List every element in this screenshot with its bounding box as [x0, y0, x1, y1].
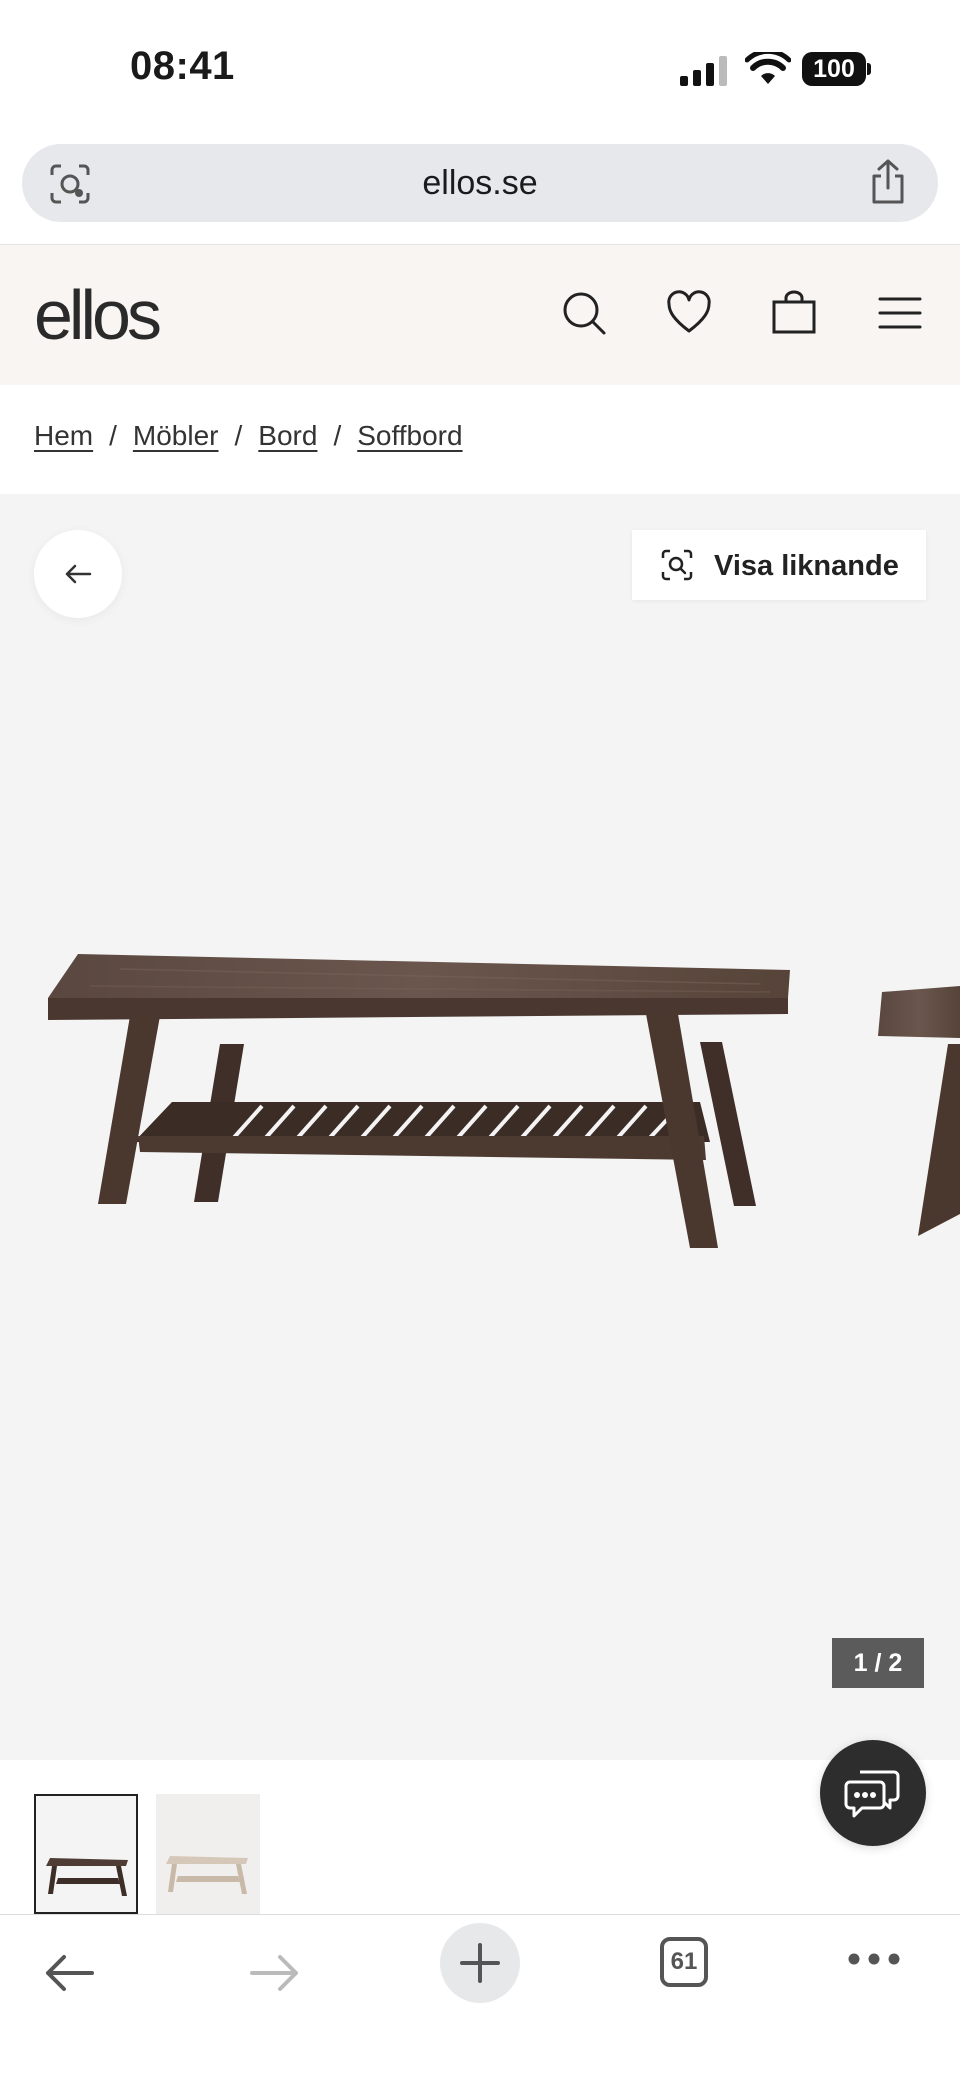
heart-icon[interactable] [665, 289, 713, 337]
status-bar: 08:41 100 [0, 0, 960, 140]
breadcrumb-separator: / [109, 420, 117, 451]
new-tab-button[interactable] [440, 1923, 520, 2003]
browser-toolbar: 61 [0, 1914, 960, 2087]
hamburger-icon[interactable] [876, 289, 924, 337]
chat-button[interactable] [820, 1740, 926, 1846]
arrow-left-icon [65, 564, 92, 584]
thumbnail-dark-table[interactable] [34, 1794, 138, 1914]
status-time: 08:41 [130, 44, 235, 88]
thumbnail-image [46, 1858, 128, 1896]
breadcrumb-separator: / [234, 420, 243, 451]
battery-level: 100 [802, 52, 866, 86]
breadcrumb-bord[interactable]: Bord [258, 420, 317, 451]
visual-search-icon [661, 549, 693, 581]
more-icon[interactable] [848, 1951, 900, 1967]
breadcrumb-mobler[interactable]: Möbler [133, 420, 219, 451]
ellos-logo[interactable]: ellos [34, 275, 162, 355]
site-header: ellos [0, 244, 960, 385]
thumbnail-image [166, 1856, 248, 1894]
tabs-button[interactable]: 61 [660, 1937, 708, 1987]
breadcrumb-separator: / [333, 420, 342, 451]
wifi-icon [745, 52, 791, 84]
breadcrumb-home[interactable]: Hem [34, 420, 93, 451]
chat-icon [844, 1770, 900, 1818]
breadcrumb-soffbord[interactable]: Soffbord [357, 420, 462, 451]
show-similar-button[interactable]: Visa liknande [632, 530, 926, 600]
product-image [48, 954, 960, 1248]
back-button[interactable] [34, 530, 122, 618]
url-text: ellos.se [422, 164, 538, 202]
breadcrumb: Hem / Möbler / Bord / Soffbord [34, 420, 463, 452]
cellular-signal-icon [680, 56, 727, 86]
plus-icon [460, 1943, 500, 1983]
thumbnail-light-table[interactable] [156, 1794, 260, 1914]
show-similar-label: Visa liknande [714, 550, 899, 582]
product-gallery[interactable]: Visa liknande 1 / 2 [0, 494, 960, 1760]
share-icon[interactable] [868, 158, 908, 206]
battery-indicator: 100 [802, 52, 872, 86]
browser-back-icon[interactable] [42, 1951, 96, 1995]
browser-forward-icon[interactable] [248, 1951, 302, 1995]
search-icon[interactable] [560, 289, 608, 337]
battery-cap [867, 63, 871, 75]
image-counter: 1 / 2 [832, 1638, 924, 1688]
bag-icon[interactable] [770, 289, 818, 337]
address-bar[interactable]: ellos.se [22, 144, 938, 222]
